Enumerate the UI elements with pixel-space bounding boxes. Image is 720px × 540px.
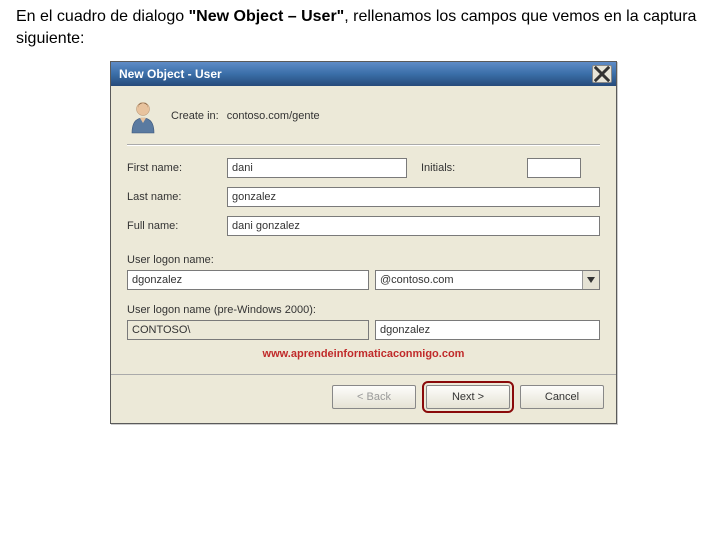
first-name-label: First name: (127, 162, 227, 174)
full-name-label: Full name: (127, 220, 227, 232)
titlebar: New Object - User (111, 62, 616, 86)
next-button[interactable]: Next > (426, 385, 510, 409)
full-name-input[interactable]: dani gonzalez (227, 216, 600, 236)
user-icon (127, 98, 159, 134)
logon-pre-input[interactable]: dgonzalez (375, 320, 600, 340)
dialog-window: New Object - User Create in: contoso.com… (110, 61, 617, 424)
close-button[interactable] (592, 65, 612, 83)
watermark-text: www.aprendeinformaticaconmigo.com (127, 348, 600, 360)
divider (127, 144, 600, 146)
dropdown-arrow-icon (582, 271, 599, 289)
intro-text: En el cuadro de dialogo "New Object – Us… (0, 0, 720, 57)
back-button[interactable]: < Back (332, 385, 416, 409)
domain-suffix-combo[interactable]: @contoso.com (375, 270, 600, 290)
logon-name-label: User logon name: (127, 254, 600, 266)
last-name-label: Last name: (127, 191, 227, 203)
create-in-label: Create in: (171, 110, 219, 122)
create-in-path: contoso.com/gente (227, 110, 320, 122)
initials-label: Initials: (421, 162, 521, 174)
close-icon (593, 65, 611, 83)
logon-name-input[interactable]: dgonzalez (127, 270, 369, 290)
domain-prefix-box: CONTOSO\ (127, 320, 369, 340)
initials-input[interactable] (527, 158, 581, 178)
logon-pre-label: User logon name (pre-Windows 2000): (127, 304, 600, 316)
first-name-input[interactable]: dani (227, 158, 407, 178)
last-name-input[interactable]: gonzalez (227, 187, 600, 207)
footer: < Back Next > Cancel (111, 374, 616, 423)
window-title: New Object - User (119, 67, 592, 81)
cancel-button[interactable]: Cancel (520, 385, 604, 409)
domain-suffix-value: @contoso.com (376, 271, 582, 289)
